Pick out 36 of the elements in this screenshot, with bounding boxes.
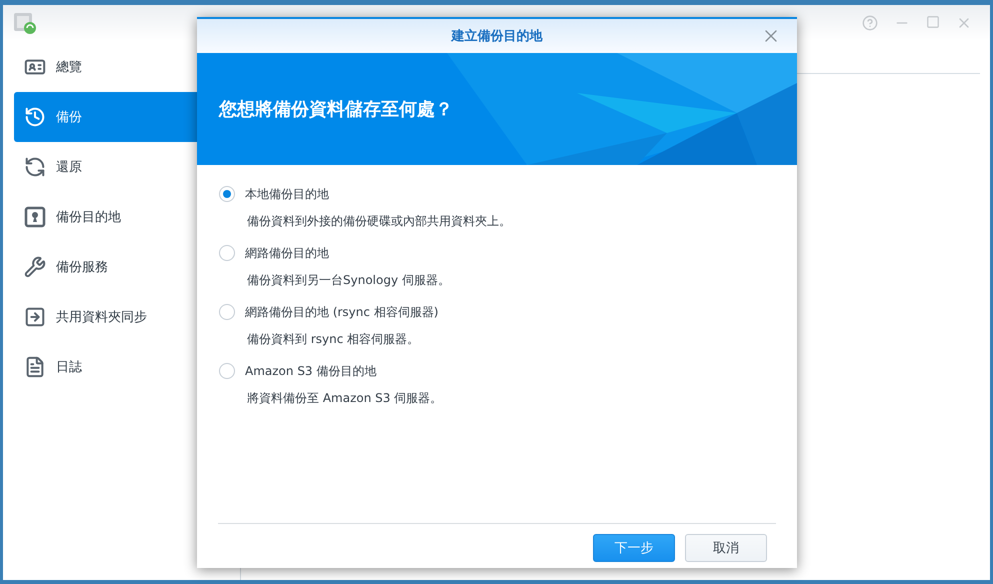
sidebar-item[interactable]: 還原 (14, 142, 240, 192)
keyhole-icon (24, 206, 46, 228)
sidebar-label: 備份服務 (56, 259, 108, 276)
sidebar-label: 備份目的地 (56, 209, 121, 226)
help-icon[interactable] (862, 15, 878, 31)
option-label: 本地備份目的地 (245, 186, 329, 202)
cancel-button[interactable]: 取消 (685, 534, 767, 562)
sidebar-label: 共用資料夾同步 (56, 309, 147, 326)
sidebar-item[interactable]: 備份目的地 (14, 192, 240, 242)
sidebar-label: 備份 (56, 109, 82, 126)
radio-button[interactable] (219, 363, 235, 379)
option-description: 備份資料到 rsync 相容伺服器。 (247, 331, 420, 348)
sidebar-item[interactable]: 備份服務 (14, 242, 240, 292)
option-description: 將資料備份至 Amazon S3 伺服器。 (247, 390, 444, 407)
radio-button[interactable] (219, 304, 235, 320)
sidebar-item[interactable]: 日誌 (14, 342, 240, 392)
clock-history-icon (24, 106, 46, 128)
arrow-box-icon (24, 306, 46, 328)
option-description: 備份資料到另一台Synology 伺服器。 (247, 272, 451, 289)
option-label: 網路備份目的地 (245, 244, 329, 262)
app-icon (13, 11, 37, 35)
radio-button[interactable] (219, 186, 235, 202)
option-label: 網路備份目的地 (rsync 相容伺服器) (245, 304, 438, 320)
maximize-icon[interactable] (926, 15, 940, 29)
sidebar-label: 日誌 (56, 359, 82, 376)
option-description: 備份資料到外接的備份硬碟或內部共用資料夾上。 (247, 213, 512, 230)
document-list-icon (24, 356, 46, 378)
wrench-icon (24, 256, 46, 278)
sidebar-item[interactable]: 共用資料夾同步 (14, 292, 240, 342)
circular-arrow-icon (24, 156, 46, 178)
option-label: Amazon S3 備份目的地 (245, 362, 376, 380)
radio-button[interactable] (219, 245, 235, 261)
dialog-title: 建立備份目的地 (452, 28, 542, 45)
sidebar-item[interactable]: 總覽 (14, 42, 240, 92)
sidebar-label: 還原 (56, 159, 82, 176)
sidebar-label: 總覽 (56, 59, 82, 76)
